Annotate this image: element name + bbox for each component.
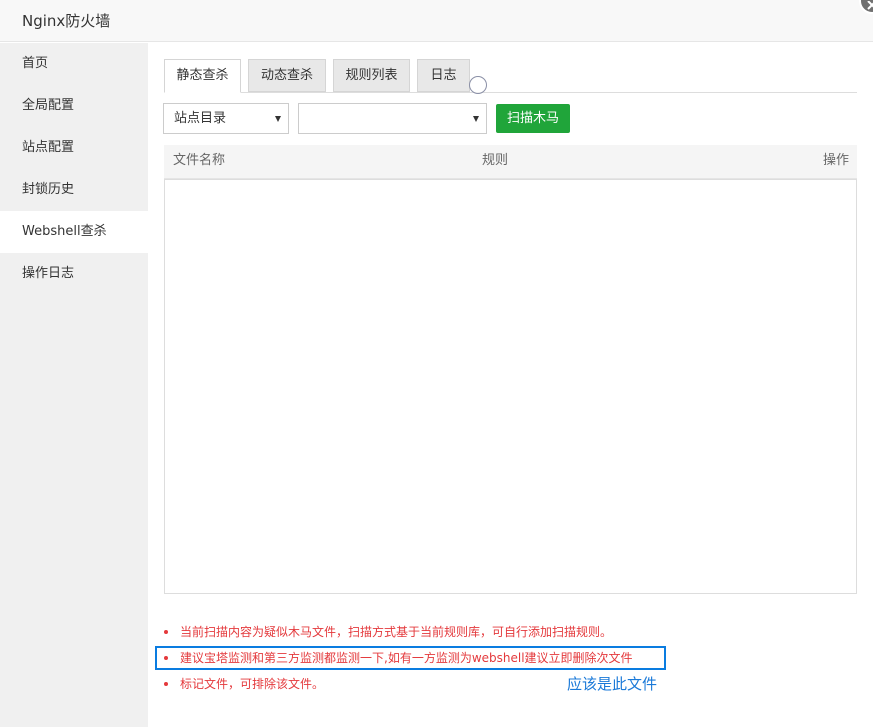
site-directory-select-value: 站点目录 [174, 111, 227, 126]
sidebar-item-label: 站点配置 [22, 140, 75, 155]
tip-item: 标记文件，可排除该文件。 [162, 675, 862, 701]
chevron-down-icon [473, 116, 479, 122]
bullet-dot-icon [164, 682, 168, 686]
tab-static-scan[interactable]: 静态查杀 [164, 59, 241, 93]
chevron-down-icon [275, 116, 281, 122]
tab-dynamic-scan[interactable]: 动态查杀 [248, 59, 326, 92]
close-icon [867, 1, 873, 10]
column-header-action: 操作 [822, 153, 849, 168]
results-table-body [164, 179, 857, 594]
tab-rule-list[interactable]: 规则列表 [333, 59, 410, 92]
sidebar-item-label: Webshell查杀 [22, 224, 107, 239]
column-header-filename: 文件名称 [173, 153, 226, 168]
window-titlebar: Nginx防火墙 [0, 0, 873, 42]
column-header-rule: 规则 [482, 153, 509, 168]
annotation-text: 应该是此文件 [567, 675, 658, 693]
path-select[interactable] [298, 103, 487, 134]
sidebar-item-global-config[interactable]: 全局配置 [0, 85, 148, 127]
window-title: Nginx防火墙 [22, 12, 111, 30]
tip-text: 标记文件，可排除该文件。 [180, 677, 325, 691]
sidebar-item-webshell-scan[interactable]: Webshell查杀 [0, 211, 148, 253]
tab-label: 静态查杀 [176, 68, 229, 83]
sidebar-item-block-history[interactable]: 封锁历史 [0, 169, 148, 211]
tab-log[interactable]: 日志 [417, 59, 470, 92]
sidebar-item-home[interactable]: 首页 [0, 43, 148, 85]
tab-label: 规则列表 [345, 68, 398, 83]
sidebar-item-label: 封锁历史 [22, 182, 75, 197]
tab-label: 日志 [430, 68, 457, 83]
sidebar-item-label: 全局配置 [22, 98, 75, 113]
sidebar: 首页 全局配置 站点配置 封锁历史 Webshell查杀 操作日志 [0, 43, 148, 727]
highlight-annotation-box [155, 646, 666, 670]
tabs-divider [164, 92, 857, 93]
sidebar-item-label: 首页 [22, 56, 49, 71]
table-header: 文件名称 规则 操作 [164, 145, 857, 179]
firewall-window: Nginx防火墙 首页 全局配置 站点配置 封锁历史 Webshell查杀 操作… [0, 0, 873, 727]
main-panel: 静态查杀 动态查杀 规则列表 日志 站点目录 扫描木马 文件名称 规则 操作 当… [148, 43, 873, 727]
sidebar-item-site-config[interactable]: 站点配置 [0, 127, 148, 169]
tab-label: 动态查杀 [260, 68, 313, 83]
scan-trojan-button[interactable]: 扫描木马 [496, 104, 570, 133]
sidebar-item-operation-log[interactable]: 操作日志 [0, 253, 148, 295]
bullet-dot-icon [164, 630, 168, 634]
site-directory-select[interactable]: 站点目录 [163, 103, 289, 134]
sidebar-item-label: 操作日志 [22, 266, 75, 281]
mouse-cursor-indicator [469, 76, 487, 94]
tip-text: 当前扫描内容为疑似木马文件，扫描方式基于当前规则库，可自行添加扫描规则。 [180, 625, 613, 639]
